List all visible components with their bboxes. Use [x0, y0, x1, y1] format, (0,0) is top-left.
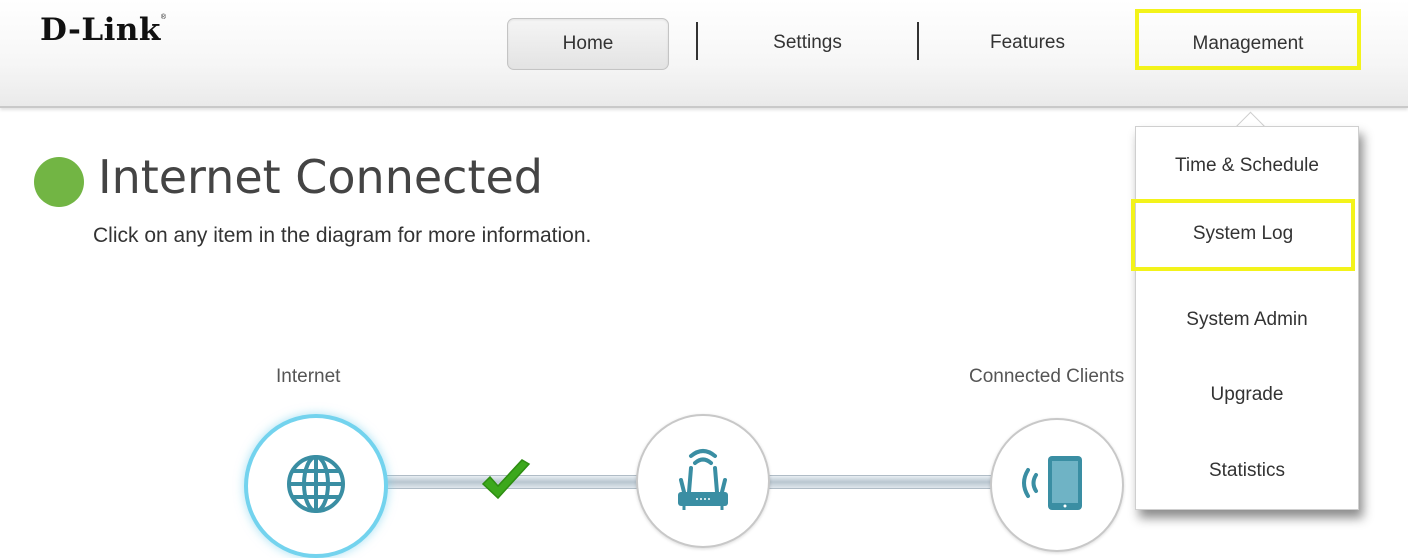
- connection-status-indicator: [34, 157, 84, 207]
- menu-item-time-schedule[interactable]: Time & Schedule: [1136, 155, 1358, 177]
- management-dropdown-menu: Time & Schedule System Log System Admin …: [1131, 126, 1359, 510]
- checkmark-icon: [480, 458, 532, 511]
- nav-divider: [917, 22, 919, 60]
- dlink-logo: D-Link®: [40, 12, 167, 48]
- menu-item-system-log[interactable]: System Log: [1131, 199, 1355, 271]
- tab-settings[interactable]: Settings: [740, 18, 875, 68]
- wireless-client-icon: [1014, 448, 1100, 523]
- tab-home[interactable]: Home: [507, 18, 669, 70]
- nav-divider: [696, 22, 698, 60]
- menu-item-system-admin[interactable]: System Admin: [1136, 309, 1358, 331]
- connected-clients-node[interactable]: [990, 418, 1124, 552]
- connected-clients-label: Connected Clients: [969, 366, 1125, 387]
- top-header: D-Link® Home Settings Features Managemen…: [0, 0, 1408, 108]
- router-icon: [664, 440, 742, 523]
- page-title: Internet Connected: [98, 150, 543, 204]
- page-subtitle: Click on any item in the diagram for mor…: [93, 224, 592, 247]
- tab-features[interactable]: Features: [960, 18, 1095, 68]
- menu-item-statistics[interactable]: Statistics: [1136, 460, 1358, 482]
- menu-item-upgrade[interactable]: Upgrade: [1136, 384, 1358, 406]
- router-node[interactable]: [636, 414, 770, 548]
- router-clients-link: [765, 475, 993, 489]
- tab-management[interactable]: Management: [1135, 9, 1361, 70]
- internet-label: Internet: [276, 366, 341, 387]
- internet-node[interactable]: [244, 414, 388, 558]
- globe-icon: [285, 453, 347, 520]
